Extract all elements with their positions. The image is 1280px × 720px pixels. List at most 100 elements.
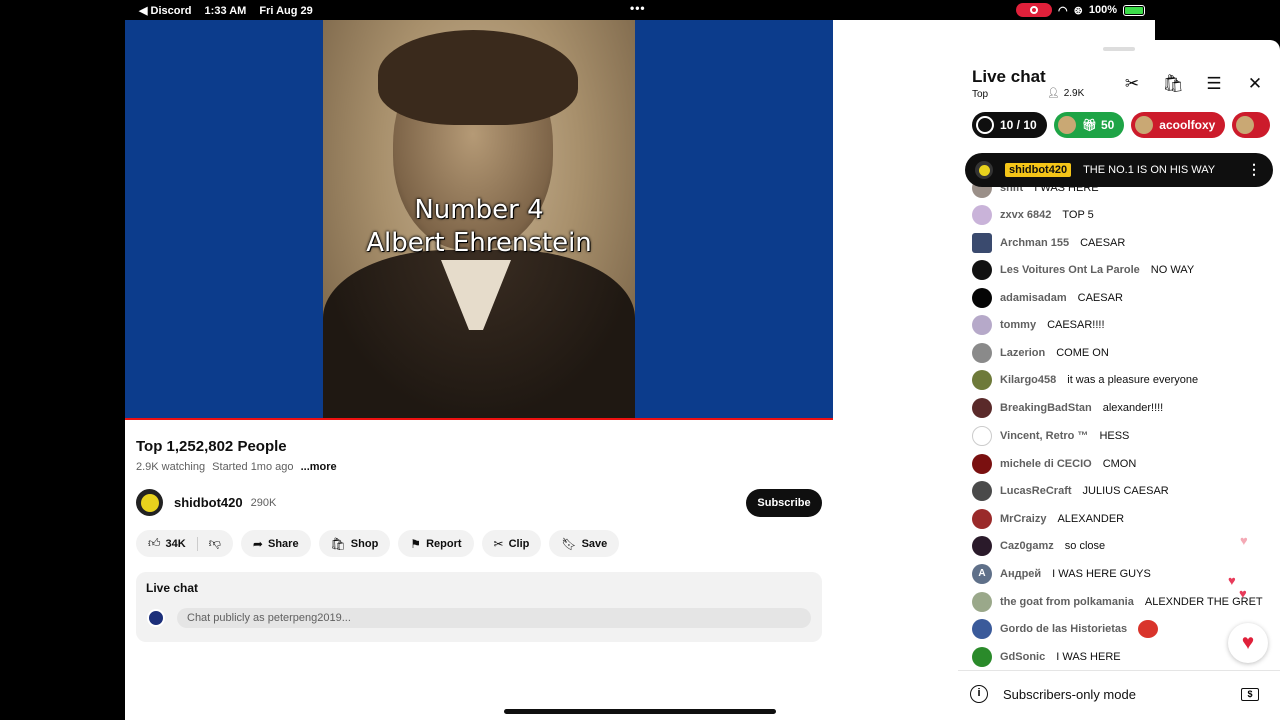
heart-reaction-button[interactable]: ♥ bbox=[1228, 623, 1268, 663]
message-author[interactable]: tommy bbox=[1000, 319, 1036, 331]
share-icon: ➦ bbox=[252, 536, 263, 551]
info-icon[interactable]: i bbox=[970, 685, 988, 703]
message-avatar bbox=[972, 509, 992, 529]
status-bar: ◀ Discord 1:33 AM Fri Aug 29 ••• ◠ ⊛ 100… bbox=[125, 0, 1155, 20]
channel-avatar[interactable] bbox=[136, 489, 163, 516]
home-indicator[interactable] bbox=[504, 709, 776, 714]
thumbs-down-icon[interactable]: 👎︎ bbox=[209, 536, 221, 551]
channel-name[interactable]: shidbot420 bbox=[174, 495, 243, 510]
message-avatar bbox=[972, 536, 992, 556]
message-avatar: A bbox=[972, 564, 992, 584]
chat-message[interactable]: Caz0gamz so close bbox=[972, 536, 1105, 556]
more-vertical-icon[interactable]: ⋮ bbox=[1247, 161, 1261, 178]
message-author[interactable]: Archman 155 bbox=[1000, 237, 1069, 249]
message-author[interactable]: adamisadam bbox=[1000, 292, 1067, 304]
back-to-app-link[interactable]: ◀ Discord bbox=[139, 5, 191, 17]
chat-message[interactable]: zxvx 6842 TOP 5 bbox=[972, 205, 1094, 225]
message-text: I WAS HERE GUYS bbox=[1052, 568, 1151, 580]
goal-chip[interactable]: 10 / 10 bbox=[972, 112, 1047, 138]
chat-message[interactable]: tommy CAESAR!!!! bbox=[972, 315, 1105, 335]
user-chip[interactable]: acoolfoxy bbox=[1131, 112, 1226, 138]
multitasking-dots[interactable]: ••• bbox=[630, 1, 646, 15]
message-avatar bbox=[972, 370, 992, 390]
message-avatar bbox=[972, 315, 992, 335]
message-text: I WAS HERE bbox=[1056, 651, 1121, 663]
chat-message[interactable]: Vincent, Retro ™ HESS bbox=[972, 426, 1129, 446]
video-title[interactable]: Top 1,252,802 People bbox=[136, 438, 287, 455]
message-author[interactable]: LucasReCraft bbox=[1000, 485, 1072, 497]
message-author[interactable]: Vincent, Retro ™ bbox=[1000, 430, 1088, 442]
message-author[interactable]: Caz0gamz bbox=[1000, 540, 1054, 552]
flag-icon: ⚑ bbox=[410, 536, 422, 551]
message-author[interactable]: zxvx 6842 bbox=[1000, 209, 1051, 221]
message-avatar bbox=[972, 454, 992, 474]
shop-label: Shop bbox=[350, 537, 379, 550]
scissors-icon[interactable]: ✂ bbox=[1121, 73, 1143, 95]
video-player[interactable]: Number 4 Albert Ehrenstein bbox=[125, 20, 833, 420]
like-count[interactable]: 34K bbox=[166, 538, 186, 550]
chat-message[interactable]: adamisadam CAESAR bbox=[972, 288, 1123, 308]
message-author[interactable]: Les Voitures Ont La Parole bbox=[1000, 264, 1140, 276]
chat-message[interactable]: A Андрей I WAS HERE GUYS bbox=[972, 564, 1151, 584]
message-text: CAESAR!!!! bbox=[1047, 319, 1105, 331]
message-author[interactable]: BreakingBadStan bbox=[1000, 402, 1092, 414]
chat-message[interactable]: MrCraizy ALEXANDER bbox=[972, 509, 1124, 529]
super-chat-icon[interactable]: $ bbox=[1241, 688, 1259, 701]
live-chat-panel: Live chat Top 👤︎ 2.9K ✂ 🛍︎ ☰ ✕ 10 / 10 🎁︎… bbox=[958, 40, 1280, 720]
message-text: CAESAR bbox=[1080, 237, 1126, 249]
screen-recording-icon[interactable] bbox=[1016, 3, 1053, 17]
message-author[interactable]: GdSonic bbox=[1000, 651, 1045, 663]
shop-button[interactable]: 🛍︎ Shop bbox=[318, 530, 391, 557]
chat-message[interactable]: GdSonic I WAS HERE bbox=[972, 647, 1121, 667]
user-chip-avatar-partial bbox=[1236, 116, 1255, 134]
report-label: Report bbox=[426, 537, 462, 550]
floating-heart-icon: ♥ bbox=[1228, 573, 1236, 588]
video-progress-bar[interactable] bbox=[125, 418, 833, 420]
chat-message[interactable]: Gordo de las Historietas bbox=[972, 619, 1159, 639]
chat-message[interactable]: BreakingBadStan alexander!!!! bbox=[972, 398, 1163, 418]
clip-button[interactable]: ✂ Clip bbox=[481, 530, 542, 557]
message-author[interactable]: Gordo de las Historietas bbox=[1000, 623, 1127, 635]
message-author[interactable]: the goat from polkamania bbox=[1000, 596, 1134, 608]
chat-message[interactable]: Kilargo458 it was a pleasure everyone bbox=[972, 370, 1198, 390]
share-label: Share bbox=[267, 537, 299, 550]
chat-input[interactable]: Chat publicly as peterpeng2019... bbox=[177, 608, 811, 628]
more-link[interactable]: ...more bbox=[301, 461, 337, 473]
message-author[interactable]: Андрей bbox=[1000, 568, 1041, 580]
panel-grabber[interactable] bbox=[1103, 47, 1135, 51]
thumbs-up-icon[interactable]: 👍︎ bbox=[148, 536, 161, 551]
user-chip-partial[interactable] bbox=[1232, 112, 1271, 138]
heart-icon: ♥ bbox=[1241, 631, 1255, 654]
message-author[interactable]: Lazerion bbox=[1000, 347, 1045, 359]
chat-message[interactable]: Lazerion COME ON bbox=[972, 343, 1109, 363]
shopping-bag-icon[interactable]: 🛍︎ bbox=[1162, 73, 1184, 95]
live-chat-card[interactable]: Live chat Chat publicly as peterpeng2019… bbox=[136, 572, 822, 642]
report-button[interactable]: ⚑ Report bbox=[398, 530, 474, 557]
pinned-author[interactable]: shidbot420 bbox=[1005, 163, 1072, 177]
chat-message[interactable]: Les Voitures Ont La Parole NO WAY bbox=[972, 260, 1194, 280]
chat-message[interactable]: the goat from polkamania ALEXNDER THE GR… bbox=[972, 592, 1263, 612]
settings-sliders-icon[interactable]: ☰ bbox=[1203, 73, 1225, 95]
message-avatar bbox=[972, 619, 992, 639]
gift-chip[interactable]: 🎁︎ 50 bbox=[1053, 112, 1125, 138]
chat-message[interactable]: Archman 155 CAESAR bbox=[972, 233, 1125, 253]
chat-message[interactable]: LucasReCraft JULIUS CAESAR bbox=[972, 481, 1169, 501]
message-author[interactable]: Kilargo458 bbox=[1000, 374, 1056, 386]
chat-mode-selector[interactable]: Top bbox=[972, 89, 988, 100]
chat-message[interactable]: michele di CECIO CMON bbox=[972, 454, 1136, 474]
pinned-message[interactable]: shidbot420 THE NO.1 IS ON HIS WAY ⋮ bbox=[965, 153, 1273, 187]
subscribe-button[interactable]: Subscribe bbox=[746, 489, 822, 517]
message-author[interactable]: michele di CECIO bbox=[1000, 458, 1092, 470]
watching-count: 2.9K watching bbox=[136, 461, 206, 473]
video-meta[interactable]: 2.9K watching Started 1mo ago ...more bbox=[136, 461, 337, 473]
scissors-icon: ✂ bbox=[493, 536, 504, 551]
goal-chip-label: 10 / 10 bbox=[1000, 118, 1037, 132]
gift-icon: 🎁︎ bbox=[1081, 118, 1097, 132]
message-author[interactable]: MrCraizy bbox=[1000, 513, 1046, 525]
share-button[interactable]: ➦ Share bbox=[240, 530, 311, 557]
gift-chip-avatar bbox=[1057, 116, 1076, 134]
save-button[interactable]: 🔖︎ Save bbox=[549, 530, 620, 557]
video-overlay-line2: Albert Ehrenstein bbox=[366, 228, 592, 258]
channel-row[interactable]: shidbot420 290K bbox=[136, 489, 276, 516]
close-icon[interactable]: ✕ bbox=[1244, 73, 1266, 95]
